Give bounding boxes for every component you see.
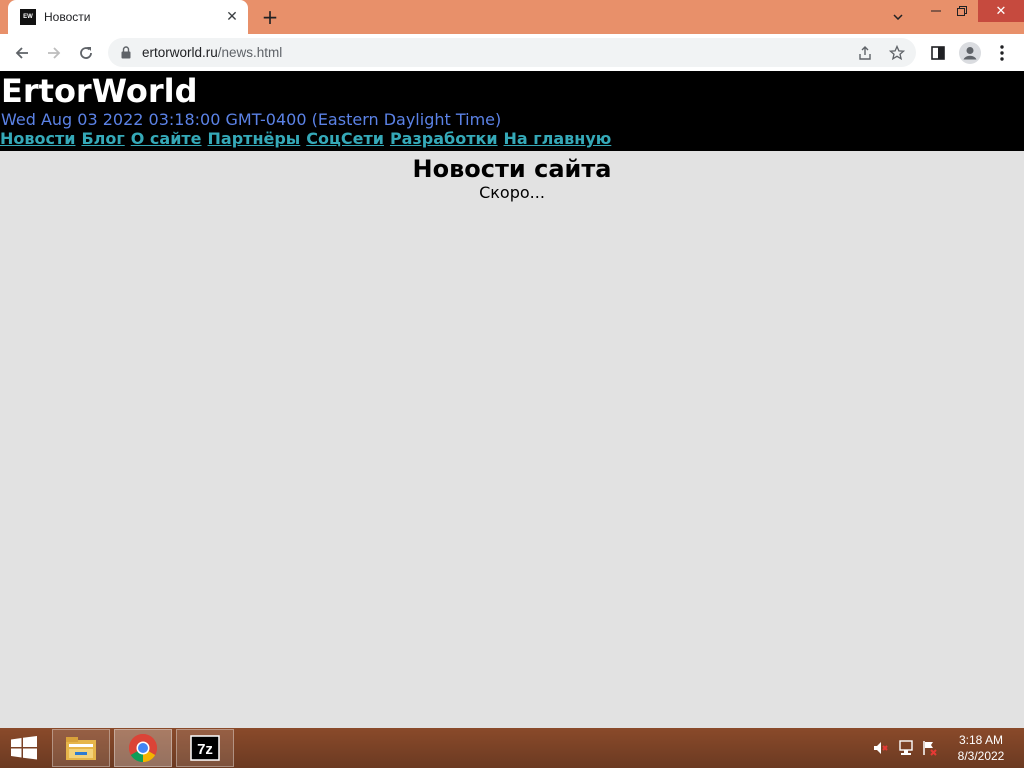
reload-button[interactable] (73, 40, 99, 66)
close-window-button[interactable]: ✕ (978, 0, 1024, 22)
site-title: ErtorWorld (1, 72, 198, 110)
url-path: /news.html (217, 45, 283, 60)
close-tab-icon[interactable]: ✕ (224, 9, 240, 25)
clock-date: 8/3/2022 (957, 749, 1005, 763)
site-nav: Новости Блог О сайте Партнёры СоцСети Ра… (0, 129, 611, 151)
nav-link-home[interactable]: На главную (504, 129, 612, 151)
tab-title: Новости (44, 10, 91, 24)
share-icon[interactable] (856, 44, 874, 62)
nav-link-social[interactable]: СоцСети (306, 129, 384, 151)
bookmark-star-icon[interactable] (888, 44, 906, 62)
back-button[interactable] (9, 40, 35, 66)
site-header: ErtorWorld Wed Aug 03 2022 03:18:00 GMT-… (0, 71, 1024, 151)
restore-window-button[interactable] (948, 0, 976, 22)
page-body-text: Скоро... (479, 183, 545, 202)
windows-start-button[interactable] (0, 728, 48, 768)
browser-titlebar: EW Новости ✕ + ✕ (0, 0, 1024, 34)
file-explorer-icon[interactable] (52, 729, 110, 767)
7zip-label: 7z (197, 741, 213, 758)
tab-search-chevron-icon[interactable] (884, 6, 912, 28)
volume-muted-icon[interactable] (872, 728, 890, 768)
kebab-menu-icon[interactable] (990, 41, 1014, 65)
system-clock[interactable]: 3:18 AM 8/3/2022 (948, 732, 1014, 766)
clock-time: 3:18 AM (958, 733, 1004, 747)
action-center-flag-icon[interactable] (921, 728, 939, 768)
browser-tab[interactable]: EW Новости ✕ (8, 0, 248, 34)
network-icon[interactable] (896, 728, 916, 768)
lock-icon[interactable] (120, 46, 132, 60)
new-tab-button[interactable]: + (258, 5, 282, 29)
profile-avatar-icon[interactable] (958, 41, 982, 65)
forward-button[interactable] (41, 40, 67, 66)
nav-link-partners[interactable]: Партнёры (208, 129, 301, 151)
side-panel-icon[interactable] (926, 41, 950, 65)
chrome-icon[interactable] (114, 729, 172, 767)
nav-link-about[interactable]: О сайте (131, 129, 202, 151)
nav-link-news[interactable]: Новости (0, 129, 75, 151)
windows-taskbar: 7z 3:18 AM 8/3/2022 (0, 728, 1024, 768)
nav-link-projects[interactable]: Разработки (390, 129, 498, 151)
site-favicon-icon: EW (20, 9, 36, 25)
site-date: Wed Aug 03 2022 03:18:00 GMT-0400 (Easte… (1, 110, 502, 129)
page-heading: Новости сайта (412, 155, 612, 183)
url-host: ertorworld.ru (142, 45, 218, 60)
url-text[interactable]: ertorworld.ru/news.html (142, 45, 282, 60)
nav-link-blog[interactable]: Блог (81, 129, 124, 151)
minimize-window-button[interactable] (922, 0, 950, 22)
web-page: ErtorWorld Wed Aug 03 2022 03:18:00 GMT-… (0, 71, 1024, 728)
address-bar[interactable]: ertorworld.ru/news.html (108, 38, 916, 67)
7zip-icon[interactable]: 7z (176, 729, 234, 767)
browser-toolbar: ertorworld.ru/news.html (0, 34, 1024, 71)
